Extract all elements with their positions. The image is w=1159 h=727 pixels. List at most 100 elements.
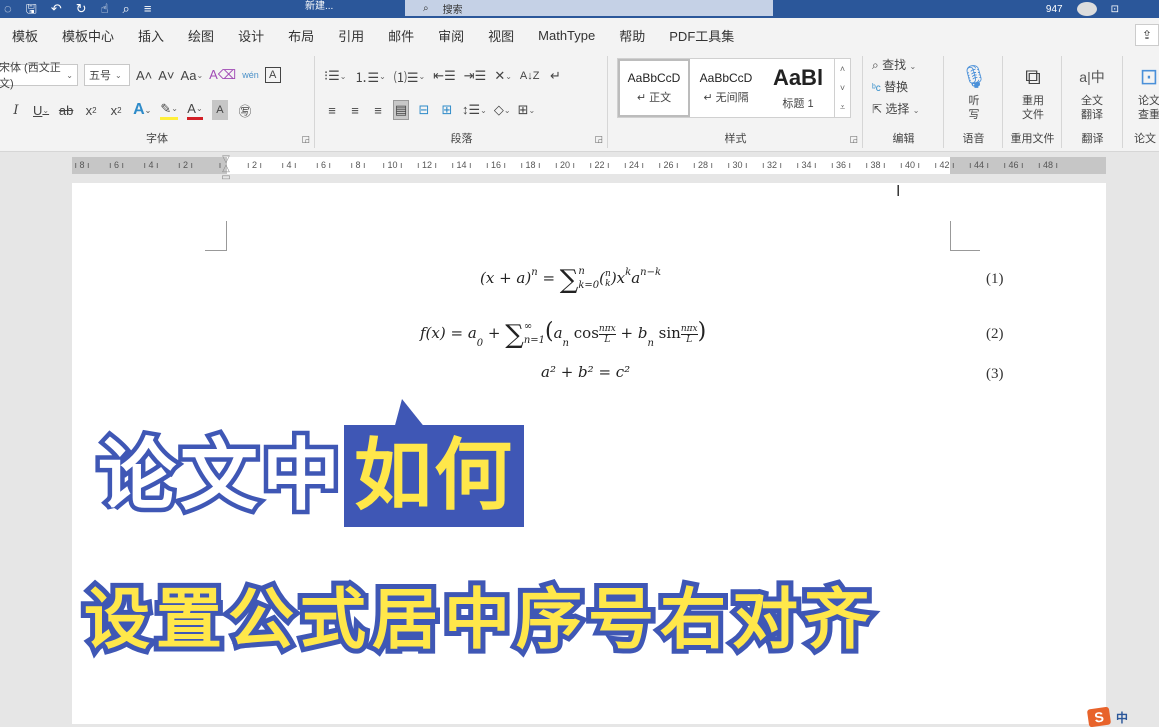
increase-indent-icon[interactable]: ⇥☰ (464, 66, 487, 86)
phonetic-guide-icon[interactable]: wén (242, 65, 259, 85)
more-styles-icon[interactable]: ⩡ (840, 102, 845, 113)
sort-icon[interactable]: A↓Z (520, 66, 540, 86)
style-normal[interactable]: AaBbCcD ↵ 正文 (618, 59, 690, 117)
bullets-icon[interactable]: ⁝☰ ⌄ (324, 66, 347, 86)
show-marks-icon[interactable]: ↵ (547, 66, 563, 86)
replace-button[interactable]: ᵇc 替换 (872, 78, 919, 95)
change-case-icon[interactable]: Aa ⌄ (181, 65, 204, 85)
text-effects-icon[interactable]: A ⌄ (133, 100, 151, 120)
editing-list: ⌕ 查找 ⌄ ᵇc 替换 ⇱ 选择 ⌄ (872, 56, 919, 117)
paragraph-group-label: 段落 (450, 133, 473, 145)
chinese-layout-icon[interactable]: ✕ ⌄ (494, 66, 512, 86)
font-name-select[interactable]: 宋体 (西文正文) ⌄ (0, 62, 78, 90)
distributed-all-icon[interactable]: ⊞ (439, 100, 455, 120)
document-title[interactable]: 新建... (305, 0, 333, 14)
font-dialog-launcher-icon[interactable]: ◲ (301, 134, 310, 145)
ruler-number: ı 4 ı (143, 160, 159, 170)
ribbon-tabs: 模板 模板中心 插入 绘图 设计 布局 引用 邮件 审阅 视图 MathType… (0, 18, 1159, 52)
search-icon[interactable]: ⌕ (123, 0, 130, 18)
replace-label: 替换 (884, 80, 909, 94)
clear-formatting-icon[interactable]: A⌫ (209, 65, 236, 85)
translate-button[interactable]: a|中 全文翻译 (1077, 60, 1107, 122)
search-box[interactable]: ⌕ 搜索 (405, 0, 773, 16)
autosave-icon[interactable]: ◌ (4, 0, 12, 18)
tab-design[interactable]: 设计 (226, 26, 276, 45)
indent-marker[interactable]: ▽ △ ▭ (219, 155, 233, 183)
equation-3[interactable]: a² + b² = c² (541, 363, 630, 381)
tab-template[interactable]: 模板 (0, 26, 50, 45)
save-icon[interactable]: 🖫 (26, 0, 37, 18)
microphone-icon: 🎙 (960, 64, 988, 89)
dictate-button[interactable]: 🎙 听写 (959, 60, 989, 122)
equation-1-number: (1) (986, 271, 1004, 287)
scroll-up-icon[interactable]: ˄ (840, 64, 845, 74)
numbering-icon[interactable]: ⒈☰ ⌄ (355, 66, 386, 86)
equation-1[interactable]: (x + a)n = ∑ n k=0(n k)xkan−k (480, 265, 661, 295)
subscript-icon[interactable]: x2 (83, 100, 99, 120)
decrease-indent-icon[interactable]: ⇤☰ (433, 66, 456, 86)
ruler-number: ı 46 ı (1003, 160, 1024, 170)
style-sample: AaBbCcD (699, 71, 753, 85)
share-button[interactable]: ⇪ (1135, 24, 1159, 46)
paper-check-button[interactable]: ⊡ 论文查重 (1134, 60, 1159, 122)
editing-group-label: 编辑 (892, 133, 915, 145)
tab-help[interactable]: 帮助 (607, 26, 657, 45)
enclose-characters-icon[interactable]: ㊢ (237, 100, 253, 120)
ribbon-display-icon[interactable]: ⊡ (1111, 4, 1119, 15)
find-button[interactable]: ⌕ 查找 ⌄ (872, 56, 919, 73)
highlight-icon[interactable]: ✎ ⌄ (160, 100, 178, 120)
strikethrough-icon[interactable]: ab (58, 100, 74, 120)
font-size-select[interactable]: 五号 ⌄ (84, 64, 130, 86)
paper-check-label: 论文查重 (1138, 95, 1159, 121)
ime-indicator[interactable]: S 中 (1086, 706, 1128, 727)
touch-mode-icon[interactable]: ☝ (101, 0, 109, 18)
tab-review[interactable]: 审阅 (426, 26, 476, 45)
tab-draw[interactable]: 绘图 (176, 26, 226, 45)
shrink-font-icon[interactable]: A˅ (158, 65, 174, 85)
tab-insert[interactable]: 插入 (126, 26, 176, 45)
align-left-icon[interactable]: ≡ (324, 100, 340, 120)
character-shading-icon[interactable]: A (211, 100, 228, 120)
styles-group-label: 样式 (724, 133, 747, 145)
italic-icon[interactable]: I (8, 100, 24, 120)
tab-references[interactable]: 引用 (326, 26, 376, 45)
scroll-down-icon[interactable]: ˅ (840, 83, 845, 93)
justify-icon[interactable]: ▤ (393, 100, 409, 120)
tab-mathtype[interactable]: MathType (526, 28, 607, 43)
select-button[interactable]: ⇱ 选择 ⌄ (872, 100, 919, 117)
tab-pdf-tools[interactable]: PDF工具集 (657, 26, 746, 45)
ruler-number: ı 34 ı (796, 160, 817, 170)
character-border-icon[interactable]: A (264, 67, 281, 83)
equation-2[interactable]: f(x) = a0 + ∑ ∞ n=1 (an cos nπx L + bn sin nπx… (420, 319, 706, 350)
line-spacing-icon[interactable]: ↕☰ ⌄ (462, 100, 487, 120)
styles-dialog-launcher-icon[interactable]: ◲ (849, 134, 858, 145)
tab-template-center[interactable]: 模板中心 (50, 26, 126, 45)
align-center-icon[interactable]: ≡ (347, 100, 363, 120)
undo-icon[interactable]: ↶ (51, 0, 62, 18)
ruler-number: ı 36 ı (830, 160, 852, 170)
style-heading-1[interactable]: AaBl 标题 1 (762, 59, 834, 117)
borders-icon[interactable]: ⊞ ⌄ (518, 100, 536, 120)
ruler-number: ı 14 ı (451, 160, 472, 170)
paragraph-dialog-launcher-icon[interactable]: ◲ (594, 134, 603, 145)
tab-layout[interactable]: 布局 (276, 26, 326, 45)
shading-icon[interactable]: ◇ ⌄ (494, 100, 511, 120)
ruler-number: ı 16 ı (485, 160, 507, 170)
avatar[interactable] (1076, 2, 1097, 16)
underline-icon[interactable]: U ⌄ (33, 100, 49, 120)
align-right-icon[interactable]: ≡ (370, 100, 386, 120)
redo-icon[interactable]: ↻ (76, 0, 87, 18)
reuse-files-button[interactable]: ⧉ 重用文件 (1018, 60, 1048, 122)
multilevel-list-icon[interactable]: ⑴☰ ⌄ (394, 66, 425, 86)
style-no-spacing[interactable]: AaBbCcD ↵ 无间隔 (690, 59, 762, 117)
distributed-icon[interactable]: ⊟ (416, 100, 432, 120)
font-color-icon[interactable]: A ⌄ (186, 100, 203, 120)
tab-mailings[interactable]: 邮件 (376, 26, 426, 45)
styles-scroll: ˄ ˅ ⩡ (834, 59, 850, 117)
superscript-icon[interactable]: x2 (108, 100, 124, 120)
equation-2-number: (2) (986, 326, 1004, 342)
tab-view[interactable]: 视图 (476, 26, 526, 45)
customize-qat-icon[interactable]: ≡ (144, 0, 152, 18)
user-count: 947 (1045, 3, 1063, 15)
grow-font-icon[interactable]: A˄ (136, 65, 152, 85)
